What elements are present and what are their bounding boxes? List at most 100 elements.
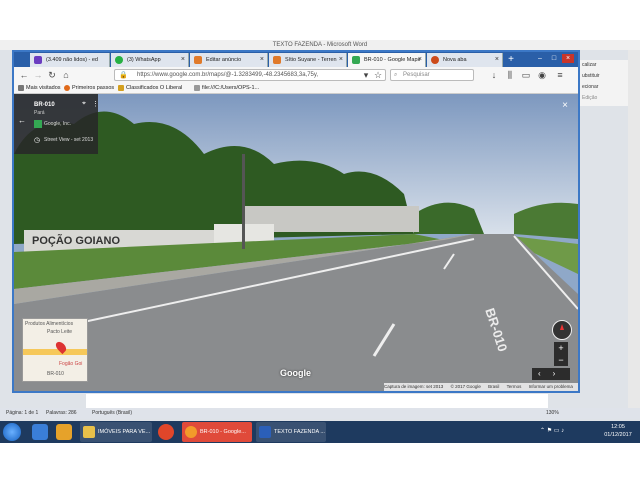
clock[interactable]: 12:05 01/12/2017 — [600, 423, 636, 439]
maps-icon — [352, 56, 360, 64]
search-icon: ⌕ — [394, 72, 398, 78]
bookmark-label: Mais visitados — [26, 85, 61, 91]
status-page[interactable]: Página: 1 de 1 — [6, 408, 38, 419]
tab-whatsapp[interactable]: (3) WhatsApp × — [111, 53, 189, 67]
downloads-icon[interactable]: ↓ — [488, 69, 500, 81]
zoom-control: + − — [554, 342, 568, 366]
footer-country[interactable]: Brasil — [488, 384, 499, 389]
more-options-icon[interactable]: ⋮ — [92, 100, 99, 108]
footer-terms[interactable]: Termos — [507, 384, 522, 389]
close-icon[interactable]: × — [339, 53, 343, 67]
bookmarks-bar: Mais visitados Primeiros passos Classifi… — [14, 83, 578, 94]
chevron-left-icon[interactable]: ‹ — [538, 369, 541, 378]
bookmark-getting-started[interactable]: Primeiros passos — [64, 83, 114, 93]
taskbar-item-word[interactable]: TEXTO FAZENDA ... — [256, 422, 326, 442]
word-scrollbar[interactable] — [628, 50, 640, 408]
map-label: Produtos Alimentícios — [25, 321, 74, 327]
firefox-icon — [431, 56, 439, 64]
ie-icon[interactable] — [32, 424, 48, 440]
clock-date: 01/12/2017 — [604, 432, 632, 438]
bookmark-label: Primeiros passos — [72, 85, 115, 91]
google-logo: Google — [280, 368, 311, 378]
tab-strip: (3.409 não lidos) - ed (3) WhatsApp × Edi… — [14, 52, 578, 67]
street-view-panel[interactable]: POÇÃO GOIANO BR-010 ← BR-010 Pará Google… — [14, 94, 578, 391]
firefox-icon — [185, 426, 197, 438]
tab-favicon — [34, 56, 42, 64]
tab-google-maps[interactable]: BR-010 - Google Maps × — [348, 53, 426, 67]
clock-time: 12:05 — [611, 424, 625, 430]
new-tab-button[interactable]: + — [504, 52, 518, 67]
map-label: Fogão Goi — [59, 361, 83, 367]
chrome-icon[interactable] — [158, 424, 174, 440]
tab-label: (3.409 não lidos) - ed — [46, 57, 98, 63]
maximize-button[interactable]: □ — [548, 54, 560, 63]
footer-report[interactable]: Informar um problema — [529, 384, 573, 389]
close-icon[interactable]: × — [181, 53, 185, 67]
sidebar-icon[interactable]: ▭ — [520, 69, 532, 81]
status-words[interactable]: Palavras: 286 — [46, 408, 77, 419]
firefox-icon — [64, 84, 70, 91]
close-icon[interactable]: × — [260, 53, 264, 67]
media-player-icon[interactable] — [56, 424, 72, 440]
ribbon-group-label: Edição — [582, 95, 598, 101]
compass-icon[interactable] — [552, 320, 572, 340]
state-name: Pará — [34, 110, 45, 116]
capture-date[interactable]: Street View - set 2013 — [44, 137, 93, 143]
library-icon[interactable]: ⫼ — [504, 69, 516, 81]
pocket-icon[interactable]: ▾ — [360, 69, 372, 81]
search-input[interactable]: ⌕ Pesquisar — [390, 69, 474, 81]
navigation-bar: ← → ↻ ⌂ 🔒 https://www.google.com.br/maps/… — [14, 67, 578, 83]
close-icon[interactable]: × — [562, 100, 568, 111]
lock-icon: 🔒 — [119, 72, 128, 79]
taskbar-item-folder[interactable]: IMÓVEIS PARA VE... — [80, 422, 152, 442]
word-icon — [259, 426, 271, 438]
chevron-right-icon[interactable]: › — [553, 369, 556, 378]
image-owner[interactable]: Google, Inc. — [44, 121, 71, 127]
bookmark-star-icon[interactable]: ☆ — [372, 69, 384, 81]
url-input[interactable]: 🔒 https://www.google.com.br/maps/@-1.3283… — [114, 69, 386, 81]
close-window-button[interactable]: × — [562, 54, 574, 63]
taskbar-label: IMÓVEIS PARA VE... — [98, 429, 151, 435]
bookmark-file[interactable]: file:///C:/Users/OPS-1... — [194, 83, 259, 93]
bookmark-label: file:///C:/Users/OPS-1... — [202, 85, 260, 91]
mini-map[interactable]: Produtos Alimentícios Pacto Leite Fogão … — [22, 318, 88, 382]
status-zoom[interactable]: 130% — [546, 408, 559, 419]
tab-email[interactable]: (3.409 não lidos) - ed — [30, 53, 110, 67]
ribbon-select[interactable]: ecionar — [578, 82, 628, 93]
tab-label: BR-010 - Google Maps — [364, 57, 421, 63]
bookmark-most-visited[interactable]: Mais visitados — [18, 83, 61, 93]
tab-sitio[interactable]: Sítio Suyane - Terren × — [269, 53, 347, 67]
bookmark-label: Classificados O Liberal — [126, 85, 183, 91]
url-text: https://www.google.com.br/maps/@-1.32834… — [137, 72, 319, 78]
map-label: BR-010 — [47, 371, 64, 377]
close-icon[interactable]: × — [495, 53, 499, 67]
page-icon — [194, 84, 200, 91]
forward-arrow-icon[interactable]: → — [32, 69, 44, 81]
clock-icon[interactable]: ◷ — [34, 136, 40, 144]
tab-new[interactable]: Nova aba × — [427, 53, 503, 67]
olx-icon — [194, 56, 202, 64]
ribbon-replace[interactable]: ubstituir — [578, 71, 628, 82]
tab-edit-ad[interactable]: Editar anúncio × — [190, 53, 268, 67]
menu-icon[interactable]: ≡ — [554, 69, 566, 81]
sync-icon[interactable]: ◉ — [536, 69, 548, 81]
home-icon[interactable]: ⌂ — [60, 69, 72, 81]
taskbar-item-firefox[interactable]: BR-010 - Google... — [182, 422, 252, 442]
street-view-image: POÇÃO GOIANO BR-010 — [14, 94, 578, 391]
minimize-button[interactable]: – — [534, 54, 546, 63]
footer-capture: Captura de imagem: set 2013 — [384, 384, 444, 389]
system-tray[interactable]: ⌃ ⚑ ▭ ♪ — [540, 427, 564, 434]
close-icon[interactable]: × — [418, 53, 422, 67]
bookmark-classificados[interactable]: Classificados O Liberal — [118, 83, 182, 93]
folder-icon — [118, 84, 124, 91]
start-button[interactable] — [3, 423, 21, 441]
back-arrow-icon[interactable]: ← — [18, 116, 26, 125]
location-pin-icon[interactable]: ⌖ — [82, 100, 86, 108]
zoom-in-button[interactable]: + — [554, 342, 568, 354]
status-language[interactable]: Português (Brasil) — [92, 408, 132, 419]
reload-icon[interactable]: ↻ — [46, 69, 58, 81]
zoom-out-button[interactable]: − — [554, 354, 568, 366]
back-arrow-icon[interactable]: ← — [18, 69, 30, 81]
word-page — [86, 394, 548, 408]
ribbon-find[interactable]: calizar — [578, 60, 628, 71]
